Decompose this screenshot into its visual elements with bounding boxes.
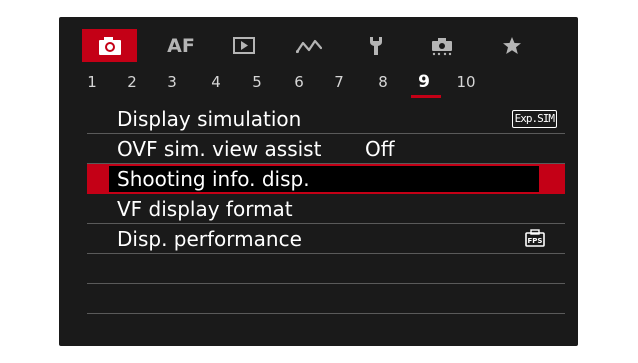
tab-af-label: AF <box>167 34 195 57</box>
play-icon <box>233 37 255 54</box>
menu-item-empty <box>87 254 565 284</box>
wrench-icon <box>369 36 383 56</box>
custom-functions-icon <box>430 36 454 56</box>
camera-menu-screen: AF 1 2 3 4 5 6 7 8 9 10 Display simulati… <box>59 17 578 346</box>
menu-item-ovf-sim-view-assist[interactable]: OVF sim. view assist Off <box>87 134 565 164</box>
tab-shooting[interactable] <box>82 29 137 62</box>
wireless-icon <box>296 38 322 54</box>
active-page-indicator <box>411 95 441 98</box>
tab-wireless[interactable] <box>287 29 331 62</box>
svg-text:FPS: FPS <box>528 237 543 245</box>
tab-playback[interactable] <box>224 29 264 62</box>
page-4[interactable]: 4 <box>202 66 230 97</box>
menu-item-value: Off <box>365 137 395 161</box>
tab-custom-functions[interactable] <box>422 29 462 62</box>
page-6[interactable]: 6 <box>285 66 313 97</box>
star-icon <box>502 36 522 55</box>
page-1[interactable]: 1 <box>78 66 106 97</box>
page-5[interactable]: 5 <box>243 66 271 97</box>
menu-item-label: OVF sim. view assist <box>117 137 322 161</box>
menu-item-label: VF display format <box>117 197 293 221</box>
fps-icon: FPS <box>525 229 545 251</box>
page-number-row: 1 2 3 4 5 6 7 8 9 10 <box>82 66 560 98</box>
menu-category-tabs: AF <box>82 29 560 62</box>
tab-af[interactable]: AF <box>161 29 201 62</box>
page-10[interactable]: 10 <box>452 66 480 97</box>
camera-icon <box>98 36 122 56</box>
tab-setup[interactable] <box>358 29 394 62</box>
menu-item-shooting-info-disp[interactable]: Shooting info. disp. <box>87 164 565 194</box>
tab-my-menu[interactable] <box>492 29 532 62</box>
page-9[interactable]: 9 <box>410 66 438 97</box>
menu-item-label: Shooting info. disp. <box>117 167 310 191</box>
page-7[interactable]: 7 <box>325 66 353 97</box>
menu-item-empty <box>87 284 565 314</box>
menu-item-disp-performance[interactable]: Disp. performance FPS <box>87 224 565 254</box>
exp-sim-badge: Exp.SIM <box>511 110 557 128</box>
menu-item-label: Display simulation <box>117 107 302 131</box>
page-8[interactable]: 8 <box>369 66 397 97</box>
menu-item-label: Disp. performance <box>117 227 302 251</box>
page-3[interactable]: 3 <box>158 66 186 97</box>
page-2[interactable]: 2 <box>118 66 146 97</box>
menu-item-vf-display-format[interactable]: VF display format <box>87 194 565 224</box>
menu-item-display-simulation[interactable]: Display simulation Exp.SIM <box>87 104 565 134</box>
